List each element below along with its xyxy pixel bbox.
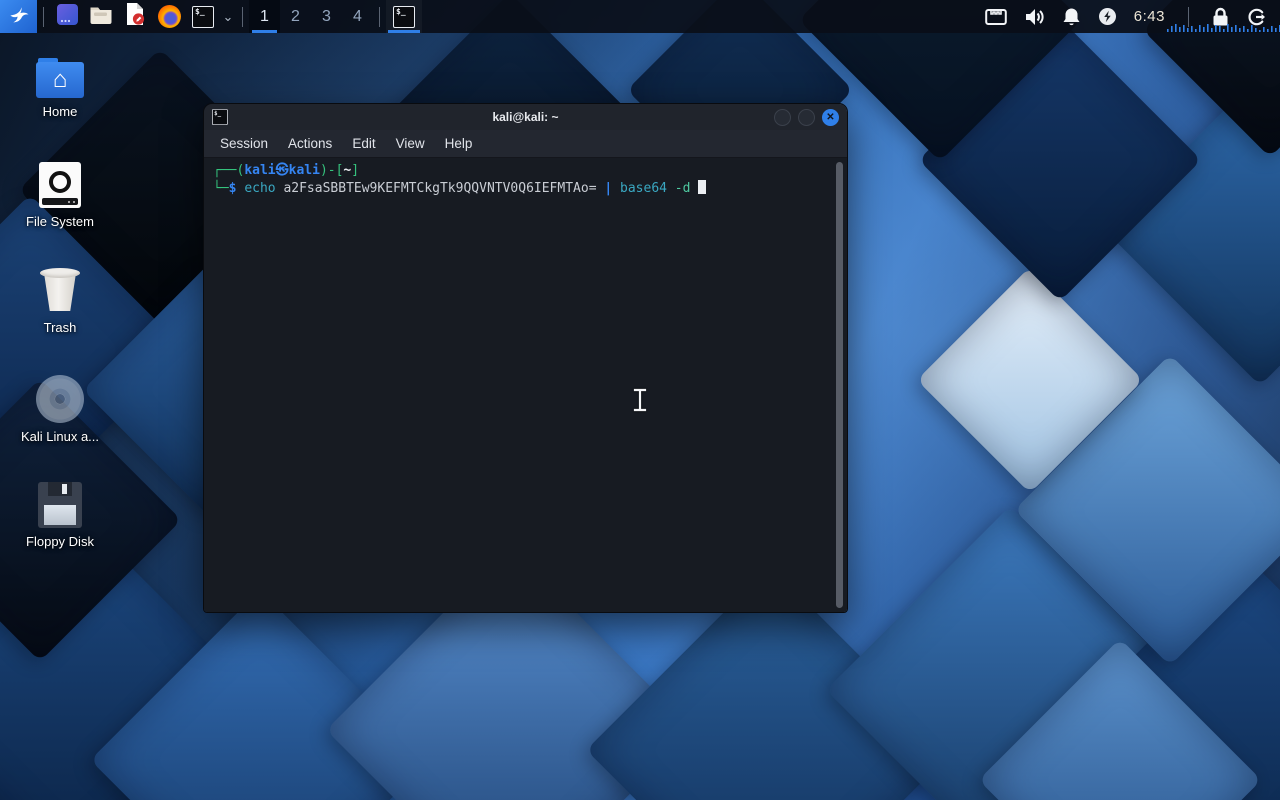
terminal-icon: $_ bbox=[393, 6, 415, 28]
panel-separator bbox=[379, 7, 380, 27]
menu-view[interactable]: View bbox=[386, 132, 435, 155]
panel-separator bbox=[43, 7, 44, 27]
panel-spacer bbox=[422, 0, 985, 33]
desktop-icon-floppy-disk[interactable]: Floppy Disk bbox=[12, 482, 108, 549]
window-title: kali@kali: ~ bbox=[204, 110, 847, 124]
network-icon[interactable] bbox=[985, 8, 1007, 26]
workspace-2[interactable]: 2 bbox=[280, 0, 311, 33]
terminal-screen[interactable]: ┌──(kali㉿kali)-[~] └─$ echo a2FsaSBBTEw9… bbox=[204, 158, 847, 613]
power-manager-icon[interactable] bbox=[1098, 7, 1117, 26]
home-folder-icon: ⌂ bbox=[36, 58, 84, 98]
desktop-icon-label: Trash bbox=[44, 320, 77, 335]
close-icon: ✕ bbox=[826, 112, 834, 123]
desktop-icon-label: File System bbox=[26, 214, 94, 229]
terminal-scrollbar[interactable] bbox=[836, 162, 843, 608]
menu-edit[interactable]: Edit bbox=[342, 132, 385, 155]
volume-icon[interactable] bbox=[1024, 7, 1045, 27]
taskbar-terminal-window-button[interactable]: $_ bbox=[386, 0, 422, 33]
launcher-terminal[interactable]: $_ bbox=[186, 0, 220, 33]
disc-icon bbox=[36, 375, 84, 423]
desktop-icon-trash[interactable]: Trash bbox=[12, 268, 108, 335]
terminal-icon: $_ bbox=[192, 6, 214, 28]
applications-menu-button[interactable] bbox=[0, 0, 37, 33]
minimize-button[interactable] bbox=[774, 109, 791, 126]
menu-help[interactable]: Help bbox=[435, 132, 483, 155]
panel-clock[interactable]: 6:43 bbox=[1134, 8, 1165, 25]
desktop-icon-label: Kali Linux a... bbox=[21, 429, 99, 444]
text-cursor bbox=[698, 180, 706, 194]
terminal-titlebar[interactable]: $_ kali@kali: ~ ✕ bbox=[204, 104, 847, 130]
document-edit-icon bbox=[124, 2, 146, 31]
workspace-3[interactable]: 3 bbox=[311, 0, 342, 33]
workspace-4[interactable]: 4 bbox=[342, 0, 373, 33]
hard-drive-icon bbox=[39, 162, 81, 208]
terminal-menubar: Session Actions Edit View Help bbox=[204, 130, 847, 158]
launcher-text-editor[interactable] bbox=[118, 0, 152, 33]
show-desktop-icon bbox=[56, 3, 79, 31]
kali-logo-icon bbox=[7, 2, 31, 31]
prompt-line-1: ┌──(kali㉿kali)-[~] bbox=[213, 162, 838, 180]
activity-sparkline-icon bbox=[1167, 23, 1280, 32]
menu-actions[interactable]: Actions bbox=[278, 132, 342, 155]
desktop-icon-home[interactable]: ⌂ Home bbox=[12, 58, 108, 119]
terminal-icon: $_ bbox=[212, 109, 228, 125]
desktop-icon-label: Floppy Disk bbox=[26, 534, 94, 549]
firefox-icon bbox=[158, 5, 181, 28]
trash-can-icon bbox=[40, 268, 80, 314]
workspace-1[interactable]: 1 bbox=[249, 0, 280, 33]
command-line: └─$ echo a2FsaSBBTEw9KEFMTCkgTk9QQVNTV0Q… bbox=[213, 180, 838, 198]
maximize-button[interactable] bbox=[798, 109, 815, 126]
terminal-window: $_ kali@kali: ~ ✕ Session Actions Edit V… bbox=[203, 103, 848, 613]
chevron-down-icon[interactable]: ⌄ bbox=[220, 9, 236, 25]
menu-session[interactable]: Session bbox=[210, 132, 278, 155]
notifications-bell-icon[interactable] bbox=[1062, 7, 1081, 27]
panel-separator bbox=[242, 7, 243, 27]
folder-icon bbox=[89, 4, 113, 30]
floppy-disk-icon bbox=[38, 482, 82, 528]
desktop-icon-kali-linux[interactable]: Kali Linux a... bbox=[12, 375, 108, 444]
launcher-file-manager[interactable] bbox=[84, 0, 118, 33]
desktop-icon-label: Home bbox=[43, 104, 78, 119]
launcher-firefox[interactable] bbox=[152, 0, 186, 33]
close-button[interactable]: ✕ bbox=[822, 109, 839, 126]
launcher-show-desktop[interactable] bbox=[50, 0, 84, 33]
desktop-icon-file-system[interactable]: File System bbox=[12, 162, 108, 229]
top-panel: $_ ⌄ 1 2 3 4 $_ bbox=[0, 0, 1280, 33]
desktop: $_ ⌄ 1 2 3 4 $_ bbox=[0, 0, 1280, 800]
